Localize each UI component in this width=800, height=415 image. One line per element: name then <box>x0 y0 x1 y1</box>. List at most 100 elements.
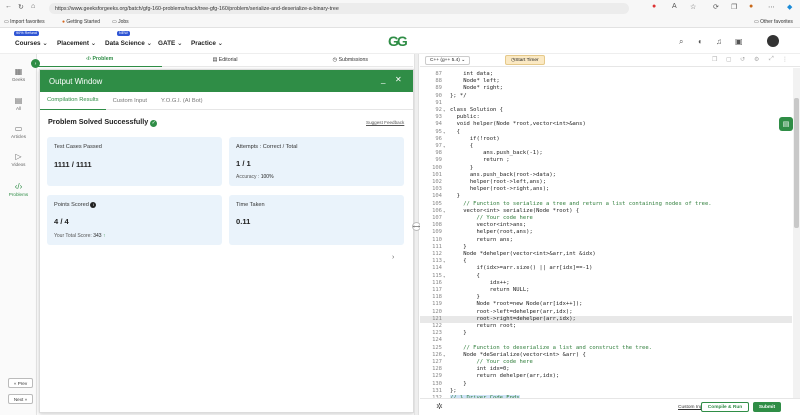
editor-scrollbar[interactable] <box>793 68 800 398</box>
code-editor[interactable]: 87 int data; 88 Node* left; 89 Node* right… <box>420 68 792 398</box>
info-icon[interactable]: i <box>90 202 97 208</box>
code-line[interactable]: 99 return ; <box>420 157 792 164</box>
code-line[interactable]: 111 } <box>420 244 792 251</box>
code-line[interactable]: 98 ans.push_back(-1); <box>420 150 792 157</box>
home-icon[interactable]: ⌂ <box>31 3 35 10</box>
close-icon[interactable]: ✕ <box>395 75 402 84</box>
code-line[interactable]: 127 // Your code here <box>420 359 792 366</box>
prev-button[interactable]: « Prev <box>8 378 33 388</box>
code-line[interactable]: 106 ▾ vector<int> serialize(Node *root) { <box>420 208 792 215</box>
sidebar-item-all[interactable]: ▤ All <box>0 96 37 111</box>
code-line[interactable]: 128 int idx=0; <box>420 366 792 373</box>
copilot-icon[interactable]: ◆ <box>787 3 792 11</box>
code-line[interactable]: 88 Node* left; <box>420 78 792 85</box>
minimize-icon[interactable]: _ <box>381 75 385 84</box>
code-line[interactable]: 100 } <box>420 165 792 172</box>
refresh-icon[interactable]: ↻ <box>18 3 24 11</box>
chat-bubble-icon[interactable]: ▤ <box>779 117 793 131</box>
reset-icon[interactable]: ↺ <box>740 56 745 63</box>
copy-icon[interactable]: ❐ <box>712 56 717 63</box>
download-icon[interactable]: ▢ <box>726 56 732 63</box>
fold-arrow-icon[interactable]: ▾ <box>443 143 445 150</box>
code-line[interactable]: 91 <box>420 100 792 107</box>
code-line[interactable]: 122 return root; <box>420 323 792 330</box>
code-line[interactable]: 97 ▾ { <box>420 143 792 150</box>
nav-courses[interactable]: Courses ⌄ <box>15 39 48 47</box>
code-line[interactable]: 130 } <box>420 381 792 388</box>
panel-splitter[interactable]: ⟺ <box>412 54 421 415</box>
code-line[interactable]: 131}; <box>420 388 792 395</box>
suggest-feedback-link[interactable]: Suggest Feedback <box>366 120 404 125</box>
extension-icon[interactable]: ● <box>652 3 656 10</box>
debug-icon[interactable]: ✲ <box>436 402 443 411</box>
code-line[interactable]: 104 } <box>420 193 792 200</box>
code-line[interactable]: 90}; */ <box>420 93 792 100</box>
compile-run-button[interactable]: Compile & Run <box>701 402 749 412</box>
tab-submissions[interactable]: ◷ Submissions <box>288 54 413 67</box>
code-line[interactable]: 117 return NULL; <box>420 287 792 294</box>
theme-toggle-icon[interactable]: ◐ <box>698 37 703 46</box>
nav-data-science[interactable]: Data Science ⌄ <box>105 39 152 47</box>
inbox-icon[interactable]: ▣ <box>735 37 743 46</box>
collections-icon[interactable]: ❐ <box>731 3 737 11</box>
nav-practice[interactable]: Practice ⌄ <box>191 39 223 47</box>
code-line[interactable]: 120 root->left=dehelper(arr,idx); <box>420 309 792 316</box>
back-icon[interactable]: ← <box>5 3 12 10</box>
code-line[interactable]: 108 vector<int>ans; <box>420 222 792 229</box>
refresh-tab-icon[interactable]: ⟳ <box>713 3 719 11</box>
scrollbar-thumb[interactable] <box>794 98 799 228</box>
code-line[interactable]: 129 return dehelper(arr,idx); <box>420 373 792 380</box>
code-line[interactable]: 95 ▾ { <box>420 129 792 136</box>
code-line[interactable]: 123 } <box>420 330 792 337</box>
code-line[interactable]: 113 ▾ { <box>420 258 792 265</box>
sidebar-item-videos[interactable]: ▷ Videos <box>0 152 37 167</box>
code-line[interactable]: 92 ▾ class Solution { <box>420 107 792 114</box>
nav-gate[interactable]: GATE ⌄ <box>158 39 182 47</box>
code-line[interactable]: 109 helper(root,ans); <box>420 229 792 236</box>
code-line[interactable]: 125 // Function to deserialize a list an… <box>420 345 792 352</box>
profile-icon[interactable]: ● <box>749 3 753 10</box>
other-favorites[interactable]: ▭ Other favorites <box>754 19 793 25</box>
start-timer-button[interactable]: ◷ Start Timer <box>505 55 545 65</box>
bookmark-import[interactable]: ▭ Import favorites <box>4 19 45 25</box>
read-aloud-icon[interactable]: A <box>672 3 677 10</box>
fullscreen-icon[interactable]: ⤢ <box>769 56 774 63</box>
sidebar-item-geeks[interactable]: ▦ Geeks <box>0 67 37 82</box>
code-line[interactable]: 124 <box>420 337 792 344</box>
bookmark-jobs[interactable]: ▭ Jobs <box>112 19 129 25</box>
code-line[interactable]: 93 public: <box>420 114 792 121</box>
next-button[interactable]: Next » <box>8 394 33 404</box>
code-line[interactable]: 96 if(!root) <box>420 136 792 143</box>
fold-arrow-icon[interactable]: ▾ <box>443 208 445 215</box>
code-line[interactable]: 94 void helper(Node *root,vector<int>&an… <box>420 121 792 128</box>
code-line[interactable]: 114 if(idx>=arr.size() || arr[idx]==-1) <box>420 265 792 272</box>
more-icon[interactable]: ⋮ <box>782 56 788 63</box>
tab-problem[interactable]: ‹/› Problem <box>37 53 163 67</box>
nav-placement[interactable]: Placement ⌄ <box>57 39 96 47</box>
code-line[interactable]: 105 // Function to serialize a tree and … <box>420 201 792 208</box>
code-line[interactable]: 107 // Your code here <box>420 215 792 222</box>
fold-arrow-icon[interactable]: ▾ <box>443 129 445 136</box>
fold-arrow-icon[interactable]: ▾ <box>443 273 445 280</box>
code-line[interactable]: 126 ▾ Node *deSerialize(vector<int> &arr)… <box>420 352 792 359</box>
sidebar-item-problems[interactable]: ‹/› Problems <box>0 182 37 197</box>
code-line[interactable]: 119 Node *root=new Node(arr[idx++]); <box>420 301 792 308</box>
code-line[interactable]: 115 ▾ { <box>420 273 792 280</box>
code-line[interactable]: 103 helper(root->right,ans); <box>420 186 792 193</box>
fold-arrow-icon[interactable]: ▾ <box>443 258 445 265</box>
tab-yogi-ai-bot[interactable]: Y.O.G.I. (AI Bot) <box>154 92 209 110</box>
code-line[interactable]: 118 } <box>420 294 792 301</box>
submit-button[interactable]: Submit <box>753 402 781 412</box>
bookmark-getting-started[interactable]: ● Getting Started <box>62 19 100 25</box>
code-line[interactable]: 112 Node *dehelper(vector<int>&arr,int &… <box>420 251 792 258</box>
more-icon[interactable]: ⋯ <box>768 3 775 11</box>
sidebar-item-articles[interactable]: ▭ Articles <box>0 124 37 139</box>
search-icon[interactable]: ⌕ <box>679 37 683 47</box>
code-line[interactable]: 101 ans.push_back(root->data); <box>420 172 792 179</box>
code-line[interactable]: 87 int data; <box>420 71 792 78</box>
fold-arrow-icon[interactable]: ▾ <box>443 352 445 359</box>
favorite-star-icon[interactable]: ☆ <box>690 3 696 11</box>
tab-custom-input[interactable]: Custom Input <box>106 92 154 110</box>
code-line[interactable]: 110 return ans; <box>420 237 792 244</box>
language-select[interactable]: C++ (g++ 5.4) ⌄ <box>425 56 471 65</box>
